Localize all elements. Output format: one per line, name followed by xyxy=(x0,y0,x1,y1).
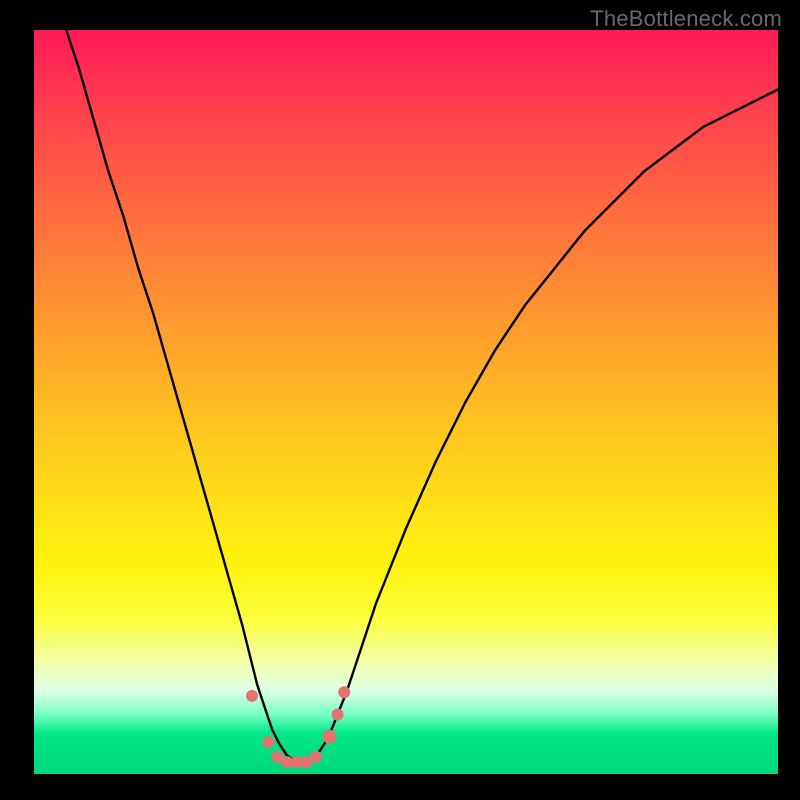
chart-frame: TheBottleneck.com xyxy=(0,0,800,800)
curve-marker xyxy=(262,736,274,748)
plot-area xyxy=(34,30,778,774)
curve-svg xyxy=(34,30,778,774)
curve-marker xyxy=(332,709,344,721)
curve-marker xyxy=(322,730,336,744)
bottleneck-curve xyxy=(34,0,778,763)
curve-marker xyxy=(246,690,258,702)
curve-marker xyxy=(310,751,322,763)
curve-marker xyxy=(338,686,350,698)
watermark-text: TheBottleneck.com xyxy=(590,6,782,32)
